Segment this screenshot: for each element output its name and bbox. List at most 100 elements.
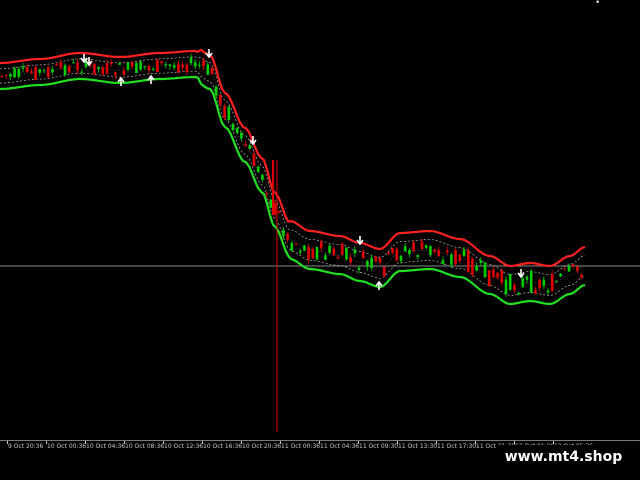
- candle-body: [147, 65, 151, 71]
- candle-body: [529, 270, 533, 293]
- candle-body: [181, 64, 184, 68]
- time-tick-label: 10 Oct 08:36: [125, 443, 165, 450]
- price-chart[interactable]: [0, 0, 640, 440]
- candle-body: [466, 249, 470, 273]
- candle-body: [135, 62, 138, 74]
- candle-body: [139, 61, 142, 70]
- candle-body: [214, 86, 218, 96]
- candle-body: [408, 249, 411, 255]
- candle-body: [164, 63, 168, 65]
- candle-body: [240, 132, 243, 139]
- candle-body: [424, 245, 428, 248]
- candle-body: [370, 257, 373, 268]
- candle-body: [429, 245, 432, 256]
- candle-body: [231, 123, 235, 131]
- candle-body: [93, 63, 96, 75]
- candle-body: [97, 66, 100, 70]
- candle-body: [580, 274, 583, 278]
- candle-body: [563, 268, 567, 270]
- time-tick-label: 11 Oct 04:36: [320, 443, 360, 450]
- candle-body: [172, 65, 176, 68]
- candle-body: [51, 69, 54, 73]
- candle-body: [273, 202, 277, 215]
- candle-body: [160, 61, 163, 63]
- time-tick-label: 11 Oct 00:36: [281, 443, 321, 450]
- candle-body: [441, 260, 445, 264]
- candle-body: [42, 69, 46, 71]
- candle-body: [256, 166, 260, 172]
- candle-body: [374, 256, 378, 262]
- time-tick-label: 10 Oct 04:36: [86, 443, 126, 450]
- candle-body: [67, 66, 71, 73]
- candle-body: [122, 70, 126, 76]
- candle-body: [189, 57, 193, 64]
- candle-body: [521, 278, 525, 287]
- candle-body: [109, 62, 113, 65]
- candle-body: [361, 251, 365, 259]
- candle-body: [391, 248, 394, 254]
- buy-arrow-icon: [147, 74, 155, 84]
- candle-body: [353, 249, 357, 254]
- candle-body: [235, 128, 239, 133]
- candle-body: [198, 64, 201, 66]
- candle-body: [25, 67, 29, 73]
- candle-body: [298, 250, 302, 253]
- candle-body: [0, 75, 4, 77]
- candle-body: [328, 245, 331, 253]
- candle-body: [307, 247, 310, 260]
- chart-canvas[interactable]: [0, 0, 640, 440]
- candle-body: [471, 258, 474, 275]
- candle-body: [4, 74, 8, 76]
- candle-body: [168, 64, 172, 67]
- candle-body: [193, 62, 197, 67]
- candle-body: [487, 270, 491, 287]
- candle-body: [508, 273, 512, 290]
- candle-body: [55, 64, 58, 66]
- candle-body: [248, 145, 252, 149]
- candle-body: [294, 243, 298, 245]
- candle-body: [332, 248, 336, 255]
- candle-body: [517, 292, 520, 295]
- upper-band-line: [0, 48, 586, 268]
- candle-body: [126, 62, 130, 70]
- candle-body: [30, 71, 33, 74]
- candle-body: [433, 249, 436, 252]
- candle-body: [504, 279, 508, 295]
- candle-body: [420, 241, 424, 250]
- candle-body: [559, 273, 562, 277]
- candle-body: [349, 257, 352, 263]
- candle-body: [437, 250, 441, 257]
- candle-body: [340, 243, 344, 255]
- candle-body: [319, 241, 323, 249]
- candle-body: [17, 68, 21, 77]
- candle-body: [345, 247, 348, 260]
- candle-body: [382, 266, 386, 277]
- candle-body: [500, 270, 504, 283]
- candle-body: [546, 290, 550, 293]
- candle-body: [118, 62, 121, 65]
- inner-band-upper: [0, 56, 586, 275]
- candle-body: [567, 266, 571, 272]
- candle-body: [261, 174, 264, 180]
- candle-body: [156, 59, 159, 72]
- candle-body: [286, 233, 289, 240]
- candle-body: [13, 68, 16, 78]
- candle-body: [416, 255, 420, 258]
- candle-body: [357, 267, 361, 270]
- candle-body: [555, 281, 558, 283]
- time-tick-label: 11 Oct 09:30: [359, 443, 399, 450]
- candle-body: [399, 255, 403, 261]
- candle-body: [324, 255, 327, 260]
- candle-body: [59, 61, 63, 68]
- candle-body: [336, 256, 340, 259]
- time-tick-label: 10 Oct 16:36: [203, 443, 243, 450]
- candle-body: [185, 64, 189, 72]
- candle-body: [311, 248, 315, 259]
- candle-body: [177, 64, 180, 73]
- candle-body: [227, 106, 231, 121]
- candle-body: [63, 65, 67, 75]
- candle-body: [206, 64, 210, 75]
- candle-body: [46, 67, 50, 78]
- time-tick-label: 11 Oct 13:30: [398, 443, 438, 450]
- candle-body: [105, 63, 109, 74]
